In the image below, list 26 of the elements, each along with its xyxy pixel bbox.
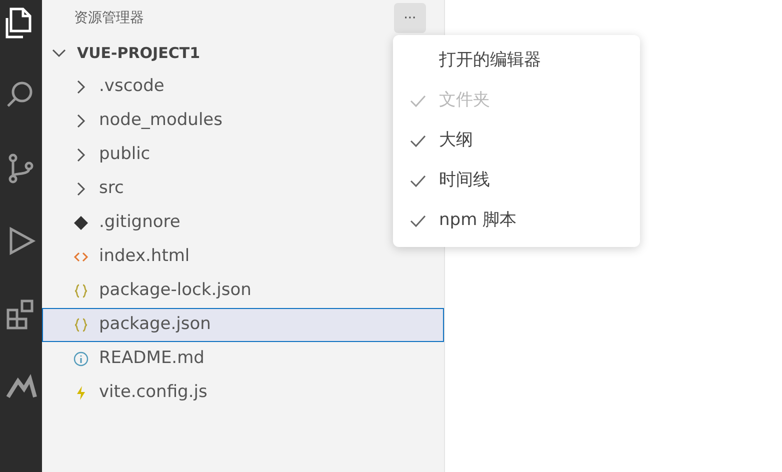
file-name: package.json xyxy=(99,313,211,336)
file-name: VUE-PROJECT1 xyxy=(77,42,200,64)
tree-item[interactable]: package.json xyxy=(42,308,444,342)
tree-item[interactable]: README.md xyxy=(42,342,444,376)
file-name: package-lock.json xyxy=(99,279,252,302)
braces-icon xyxy=(73,317,89,333)
diamond-icon xyxy=(73,215,89,231)
tree-item[interactable]: vite.config.js xyxy=(42,376,444,410)
tree-item[interactable]: index.html xyxy=(42,240,444,274)
file-name: src xyxy=(99,177,124,200)
file-name: README.md xyxy=(99,347,204,370)
file-name: .gitignore xyxy=(99,211,180,234)
file-name: public xyxy=(99,143,150,166)
file-name: node_modules xyxy=(99,109,222,132)
menu-item[interactable]: 打开的编辑器 xyxy=(393,41,640,81)
more-actions-button[interactable]: ··· xyxy=(394,3,426,33)
sidebar-title: 资源管理器 xyxy=(74,8,144,28)
braces-icon xyxy=(73,283,89,299)
menu-item[interactable]: 大纲 xyxy=(393,121,640,161)
file-name: vite.config.js xyxy=(99,381,208,404)
file-name: .vscode xyxy=(99,75,164,98)
tree-item[interactable]: package-lock.json xyxy=(42,274,444,308)
info-icon xyxy=(73,351,89,367)
menu-item[interactable]: 时间线 xyxy=(393,161,640,201)
file-name: index.html xyxy=(99,245,190,268)
menu-item[interactable]: npm 脚本 xyxy=(393,201,640,241)
